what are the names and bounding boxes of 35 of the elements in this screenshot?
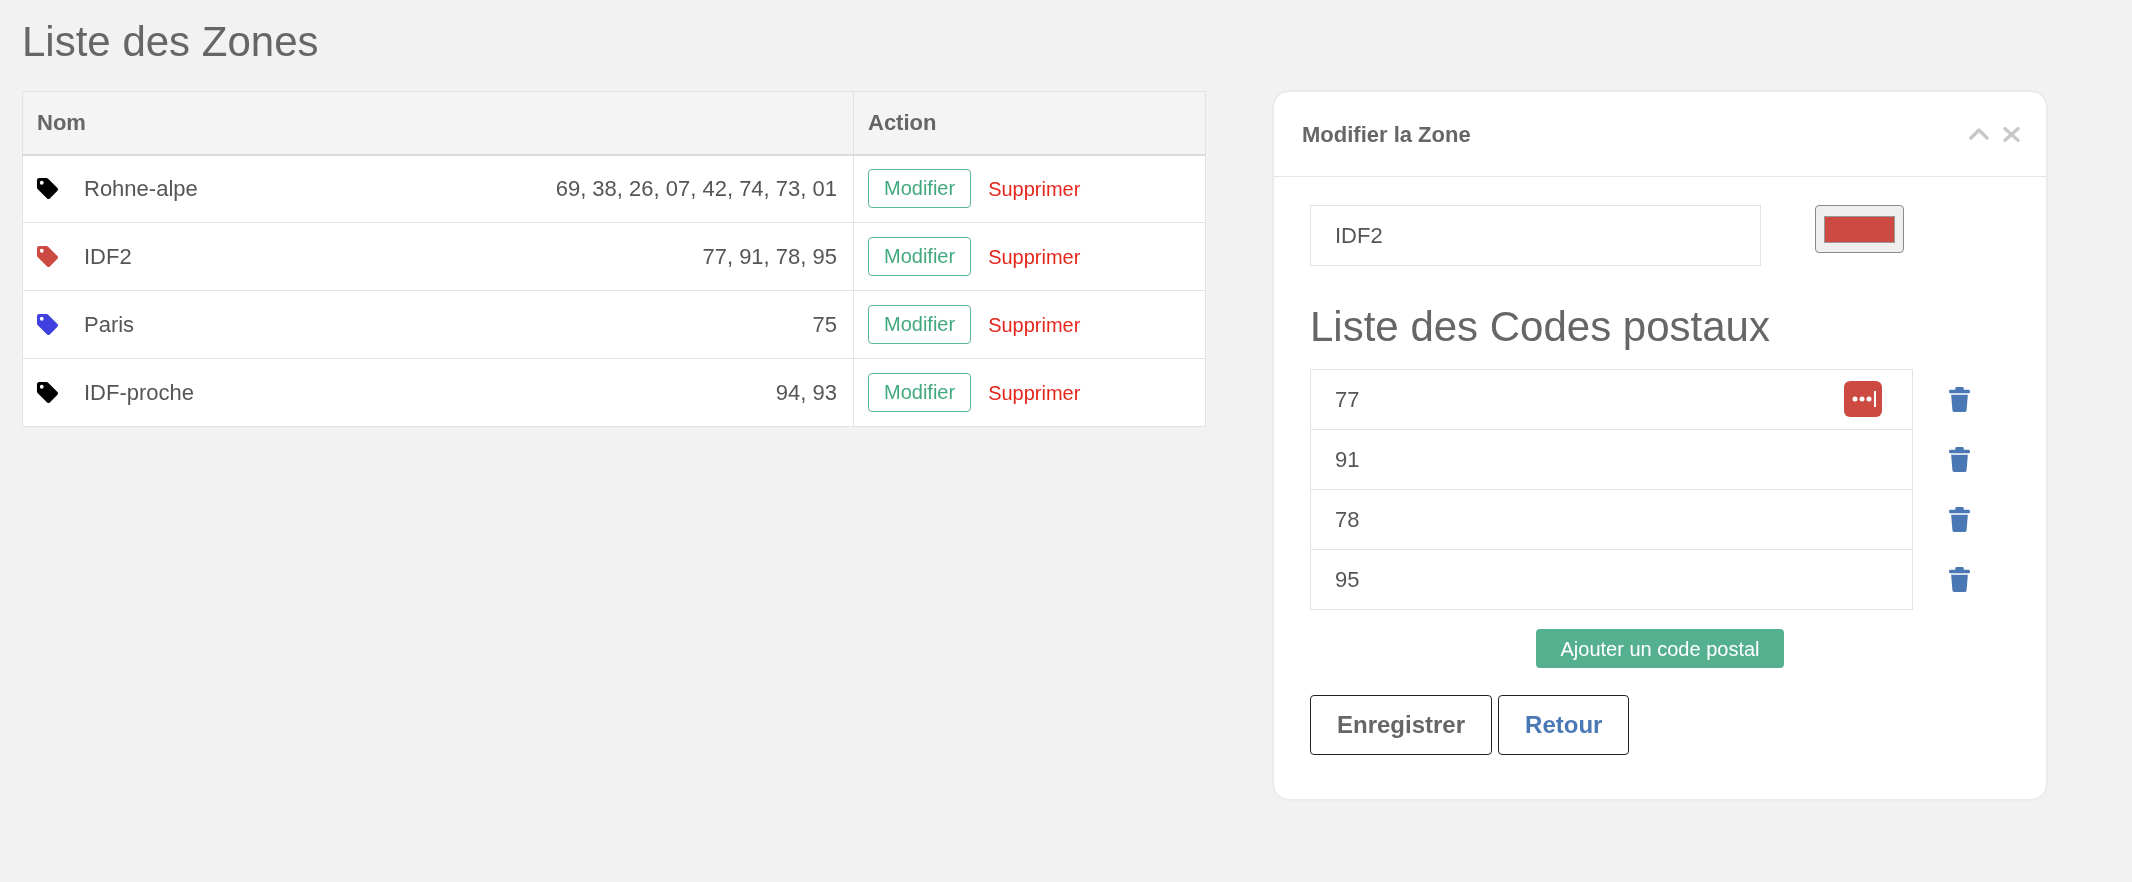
add-code-button[interactable]: Ajouter un code postal <box>1536 629 1784 668</box>
edit-button[interactable]: Modifier <box>868 169 972 209</box>
edit-button[interactable]: Modifier <box>868 373 972 412</box>
postal-code-input[interactable]: 77 <box>1310 369 1913 430</box>
edit-button[interactable]: Modifier <box>868 237 972 276</box>
ellipsis-icon[interactable] <box>1844 381 1882 417</box>
trash-icon[interactable] <box>1949 387 1970 412</box>
delete-link[interactable]: Supprimer <box>988 377 1081 408</box>
delete-link[interactable]: Supprimer <box>988 309 1081 340</box>
delete-link[interactable]: Supprimer <box>988 241 1081 272</box>
page-title: Liste des Zones <box>22 17 320 67</box>
trash-icon[interactable] <box>1949 447 1970 472</box>
postal-code-input[interactable]: 95 <box>1310 549 1913 610</box>
zone-name: Paris <box>84 311 135 339</box>
postal-codes-text: 77, 91, 78, 95 <box>702 243 837 271</box>
edit-button[interactable]: Modifier <box>868 305 972 344</box>
zone-name: IDF2 <box>84 243 132 271</box>
codes-list-title: Liste des Codes postaux <box>1310 302 1771 352</box>
postal-codes-text: 94, 93 <box>775 379 837 407</box>
postal-codes-text: 69, 38, 26, 07, 42, 74, 73, 01 <box>555 175 837 204</box>
back-button[interactable]: Retour <box>1498 695 1630 755</box>
color-picker-button[interactable] <box>1815 205 1904 253</box>
zone-name: Rohne-alpe <box>84 175 198 204</box>
postal-codes-text: 75 <box>812 311 837 339</box>
trash-icon[interactable] <box>1949 567 1970 592</box>
column-header: Action <box>853 91 1206 155</box>
save-button[interactable]: Enregistrer <box>1310 695 1493 755</box>
panel-title: Modifier la Zone <box>1302 120 1471 149</box>
postal-code-input[interactable]: 78 <box>1310 489 1913 550</box>
column-header: Nom <box>22 91 854 155</box>
zone-name: IDF-proche <box>84 379 195 407</box>
zone-name-input[interactable]: IDF2 <box>1310 205 1761 266</box>
delete-link[interactable]: Supprimer <box>988 173 1081 204</box>
trash-icon[interactable] <box>1949 507 1970 532</box>
postal-code-input[interactable]: 91 <box>1310 429 1913 490</box>
